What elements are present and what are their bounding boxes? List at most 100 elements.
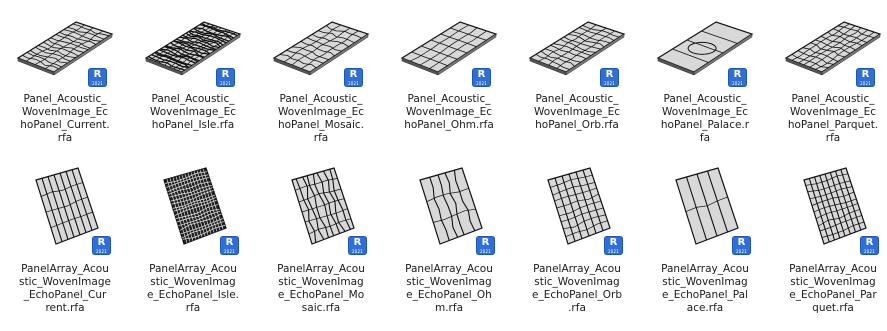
file-name-line: WovenImage_Ec — [277, 106, 365, 118]
file-item[interactable]: R 2021 Panel_Acoustic_ WovenImage_Ec hoPanel… — [6, 0, 124, 160]
revit-badge-letter: R — [225, 237, 234, 248]
revit-file-icon: R 2021 — [856, 68, 875, 87]
revit-file-icon: R 2021 — [92, 236, 111, 255]
file-name-line: PanelArray_Acou — [21, 263, 109, 275]
file-name-line: hoPanel_Orb.rfa — [535, 119, 619, 131]
file-name-line: Panel_Acoustic_ — [407, 93, 491, 105]
file-name-line: saic.rfa — [301, 302, 341, 314]
file-name-line: Panel_Acoustic_ — [151, 93, 235, 105]
file-name-line: e_EchoPanel_Par — [789, 289, 877, 301]
file-item[interactable]: R2021 PanelArray_Acoustic_WovenImage_Echo… — [774, 160, 887, 320]
revit-badge-version: 2021 — [736, 249, 747, 254]
revit-badge-version: 2021 — [476, 81, 487, 86]
file-name-line: m.rfa — [434, 302, 463, 314]
file-name-line: hoPanel_Palace.r — [660, 119, 750, 131]
revit-badge-letter: R — [481, 237, 490, 248]
revit-badge-version: 2021 — [220, 81, 231, 86]
file-name-label: Panel_Acoustic_ WovenImage_Ec hoPanel_Pala… — [646, 93, 764, 145]
file-name-line: stic_WovenImag — [278, 276, 364, 288]
file-name-line: e_EchoPanel_Isle. — [146, 289, 240, 301]
revit-badge-letter: R — [861, 69, 870, 80]
revit-badge-version: 2021 — [864, 249, 875, 254]
file-name-line: Panel_Acoustic_ — [791, 93, 875, 105]
file-name-label: PanelArray_Acoustic_WovenImage_EchoPanel… — [646, 263, 764, 315]
revit-badge-letter: R — [609, 237, 618, 248]
file-name-line: e_EchoPanel_Pal — [662, 289, 748, 301]
file-name-label: PanelArray_Acoustic_WovenImage_EchoPanel… — [6, 263, 124, 315]
revit-badge-letter: R — [865, 237, 874, 248]
revit-file-icon: R 2021 — [732, 236, 751, 255]
file-name-line: e_EchoPanel_Orb — [531, 289, 623, 301]
file-item[interactable]: R 2021 Panel_Acoustic_ WovenImage_Ec hoPanel… — [774, 0, 887, 160]
file-name-line: hoPanel_Current. — [20, 119, 110, 131]
file-name-line: stic_WovenImag — [534, 276, 620, 288]
file-name-label: Panel_Acoustic_ WovenImage_Ec hoPanel_Curr… — [6, 93, 124, 145]
file-name-line: rfa — [57, 132, 73, 144]
file-item[interactable]: R 2021 Panel_Acoustic_ WovenImage_Ec hoPanel… — [134, 0, 252, 160]
file-item[interactable]: R2021 PanelArray_Acoustic_WovenImage_Echo… — [390, 160, 508, 320]
file-name-line: stic_WovenImage — [19, 276, 111, 288]
file-name-line: WovenImage_Ec — [405, 106, 493, 118]
revit-badge-version: 2021 — [352, 249, 363, 254]
file-name-label: Panel_Acoustic_ WovenImage_Ec hoPanel_Ohm.… — [390, 93, 508, 132]
file-item[interactable]: R2021 PanelArray_Acoustic_WovenImage_Echo… — [6, 160, 124, 320]
revit-file-icon: R 2021 — [220, 236, 239, 255]
file-name-label: PanelArray_Acoustic_WovenImage_EchoPanel… — [774, 263, 887, 315]
file-name-line: hoPanel_Parquet. — [787, 119, 879, 131]
revit-badge-letter: R — [349, 69, 358, 80]
file-name-line: WovenImage_Ec — [149, 106, 237, 118]
revit-badge-letter: R — [737, 237, 746, 248]
file-name-label: Panel_Acoustic_ WovenImage_Ec hoPanel_Mosa… — [262, 93, 380, 145]
file-name-line: WovenImage_Ec — [533, 106, 621, 118]
file-item[interactable]: R2021 PanelArray_Acoustic_WovenImage_Echo… — [134, 160, 252, 320]
file-name-line: WovenImage_Ec — [21, 106, 109, 118]
file-name-label: Panel_Acoustic_ WovenImage_Ec hoPanel_Isle… — [134, 93, 252, 132]
revit-badge-letter: R — [353, 237, 362, 248]
file-name-line: stic_WovenImag — [406, 276, 492, 288]
file-name-line: hoPanel_Isle.rfa — [151, 119, 235, 131]
file-name-line: PanelArray_Acou — [149, 263, 237, 275]
revit-badge-version: 2021 — [860, 81, 871, 86]
file-item[interactable]: R 2021 Panel_Acoustic_ WovenImage_Ec hoPanel… — [646, 0, 764, 160]
file-grid: R 2021 Panel_Acoustic_ WovenImage_Ec hoPanel… — [0, 0, 887, 331]
file-name-label: Panel_Acoustic_ WovenImage_Ec hoPanel_Orb.… — [518, 93, 636, 132]
file-name-line: _EchoPanel_Cur — [23, 289, 107, 301]
revit-badge-letter: R — [733, 69, 742, 80]
file-name-line: ace.rfa — [686, 302, 724, 314]
revit-badge-letter: R — [477, 69, 486, 80]
file-name-line: PanelArray_Acou — [661, 263, 749, 275]
file-name-label: PanelArray_Acoustic_WovenImage_EchoPanel… — [262, 263, 380, 315]
revit-badge-version: 2021 — [92, 81, 103, 86]
file-name-line: stic_WovenImag — [150, 276, 236, 288]
revit-file-icon: R 2021 — [604, 236, 623, 255]
revit-file-icon: R 2021 — [216, 68, 235, 87]
file-name-line: PanelArray_Acou — [789, 263, 877, 275]
file-name-label: PanelArray_Acoustic_WovenImage_EchoPanel… — [390, 263, 508, 315]
revit-badge-version: 2021 — [348, 81, 359, 86]
file-item[interactable]: R2021 PanelArray_Acoustic_WovenImage_Echo… — [262, 160, 380, 320]
file-name-line: stic_WovenImag — [790, 276, 876, 288]
revit-file-icon: R 2021 — [728, 68, 747, 87]
revit-badge-version: 2021 — [604, 81, 615, 86]
file-item[interactable]: R2021 PanelArray_Acoustic_WovenImage_Echo… — [646, 160, 764, 320]
file-name-line: Panel_Acoustic_ — [279, 93, 363, 105]
file-name-line: .rfa — [568, 302, 586, 314]
revit-file-icon: R 2021 — [348, 236, 367, 255]
file-name-line: WovenImage_Ec — [661, 106, 749, 118]
file-name-line: rfa — [185, 302, 201, 314]
revit-file-icon: R 2021 — [860, 236, 879, 255]
file-name-label: PanelArray_Acoustic_WovenImage_EchoPanel… — [518, 263, 636, 315]
file-name-line: hoPanel_Ohm.rfa — [404, 119, 494, 131]
file-name-line: PanelArray_Acou — [533, 263, 621, 275]
revit-file-icon: R 2021 — [472, 68, 491, 87]
revit-badge-version: 2021 — [480, 249, 491, 254]
file-item[interactable]: R 2021 Panel_Acoustic_ WovenImage_Ec hoPanel… — [390, 0, 508, 160]
file-name-line: quet.rfa — [812, 302, 854, 314]
file-name-line: PanelArray_Acou — [405, 263, 493, 275]
file-name-line: e_EchoPanel_Mo — [277, 289, 365, 301]
file-item[interactable]: R2021 PanelArray_Acoustic_WovenImage_Echo… — [518, 160, 636, 320]
file-item[interactable]: R 2021 Panel_Acoustic_ WovenImage_Ec hoPanel… — [262, 0, 380, 160]
file-item[interactable]: R 2021 Panel_Acoustic_ WovenImage_Ec hoPanel… — [518, 0, 636, 160]
file-name-line: rfa — [825, 132, 841, 144]
file-name-line: rent.rfa — [45, 302, 85, 314]
